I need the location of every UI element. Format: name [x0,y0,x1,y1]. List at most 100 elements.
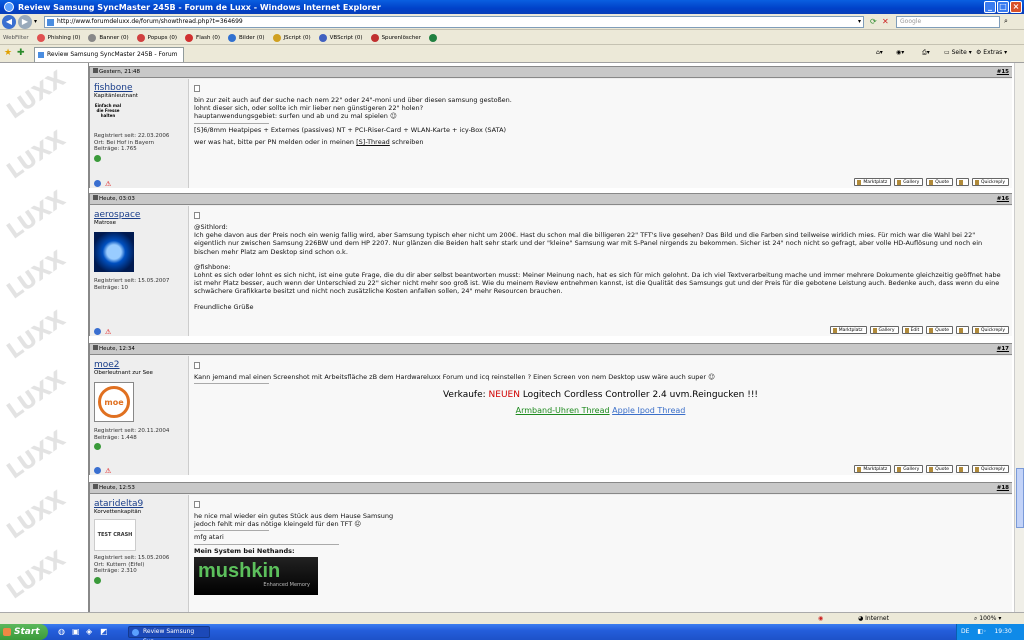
search-input[interactable]: Google [896,16,1000,28]
report-icon[interactable]: ⚠ [105,180,111,188]
banner-button[interactable]: Banner (0) [88,33,129,42]
post-buttons: Marktplatz Gallery Quote Quickreply [851,178,1009,186]
gallery-button[interactable]: Gallery [869,326,899,334]
post-number[interactable]: #18 [997,483,1009,494]
search-icon[interactable]: ⌕ [1004,17,1008,26]
minimize-button[interactable]: _ [984,1,996,13]
status-bar: ◉ ◕ Internet ⌕ 100% ▾ [0,612,1024,624]
post-number[interactable]: #16 [997,194,1009,205]
desktop-quicklaunch-icon[interactable]: ▣ [72,627,80,636]
quickreply-button[interactable]: Quickreply [971,326,1009,334]
post-body: @Sithlord: Ich gehe davon aus der Preis n… [188,206,1012,336]
post-number[interactable]: #15 [997,67,1009,78]
start-button[interactable]: Start [0,624,48,640]
post-text: Kann jemand mal einen Screenshot mit Arb… [194,373,1007,385]
back-icon[interactable]: ◀ [2,15,16,29]
quickreply-button[interactable]: Quickreply [971,178,1009,186]
seite-menu[interactable]: ▭ Seite ▾ [944,49,972,56]
user-rank: Korvettenkapitän [94,509,142,515]
post-body: bin zur zeit auch auf der suche nach nem… [188,79,1012,188]
armband-uhren-link[interactable]: Armband-Uhren Thread [516,406,610,415]
phishing-button[interactable]: Phishing (0) [36,33,80,42]
quote-button[interactable]: Quote [926,178,953,186]
marktplatz-button[interactable]: Marktplatz [854,465,892,473]
close-button[interactable]: × [1010,1,1022,13]
ie-logo-icon [4,2,14,12]
quote-button[interactable]: Quote [926,465,953,473]
clock[interactable]: 19:30 [994,628,1011,635]
language-indicator[interactable]: DE [961,628,969,635]
taskbar: Start ◍ ▣ ◈ ◩ Review Samsung Syn... DE ◧… [0,624,1024,640]
watermark-text: LUXX [2,366,71,425]
post-header: Heute, 12:53 #18 [90,483,1012,494]
app-quicklaunch-icon[interactable]: ◩ [100,627,108,636]
username-link[interactable]: fishbone [94,83,184,93]
mushkin-banner[interactable]: mushkin Enhanced Memory [194,556,318,595]
home-icon[interactable]: ⌂▾ [876,49,883,56]
avatar: Einfach mal die Fresse halten [94,103,122,118]
extras-menu[interactable]: ⚙ Extras ▾ [976,49,1007,56]
phishing-icon [36,33,45,42]
quote-button[interactable]: Quote [926,326,953,334]
report-icon[interactable]: ⚠ [105,328,111,336]
post-count: Beiträge: 10 [94,284,128,291]
refresh-icon[interactable]: ⟳ [870,17,877,26]
extra-tool-button[interactable] [428,33,440,42]
multiquote-button[interactable] [955,326,969,334]
popups-button[interactable]: Popups (0) [136,33,177,42]
post-buttons: Marktplatz Gallery Quote Quickreply [851,465,1009,473]
eraser-icon [370,33,379,42]
post-icon [194,85,200,92]
taskbar-item-browser[interactable]: Review Samsung Syn... [128,626,210,640]
add-favorite-icon[interactable]: ✚ [17,48,25,58]
reputation-icon [94,443,101,450]
scrollbar-thumb[interactable] [1016,468,1024,528]
address-bar[interactable]: http://www.forumdeluxx.de/forum/showthre… [44,16,864,28]
maximize-button[interactable]: □ [997,1,1009,13]
history-dropdown-icon[interactable]: ▾ [34,18,37,25]
vbscript-icon [318,33,327,42]
media-quicklaunch-icon[interactable]: ◈ [86,627,92,636]
feeds-icon[interactable]: ◉▾ [896,49,904,56]
watermark-text: LUXX [2,126,71,185]
forward-icon[interactable]: ▶ [18,15,32,29]
edit-button[interactable]: Edit [901,326,924,334]
vbscript-button[interactable]: VBScript (0) [318,33,363,42]
user-rank: Matrose [94,220,117,226]
gallery-button[interactable]: Gallery [894,178,924,186]
post-number[interactable]: #17 [997,344,1009,355]
tab-current[interactable]: Review Samsung SyncMaster 245B - Forum d… [34,47,184,72]
watermark-text: LUXX [2,486,71,545]
marktplatz-button[interactable]: Marktplatz [829,326,867,334]
flash-button[interactable]: Flash (0) [185,33,220,42]
post-icon [194,501,200,508]
spurenloscher-button[interactable]: Spurenlöscher [370,33,421,42]
ie-quicklaunch-icon[interactable]: ◍ [58,627,65,636]
tray-icons[interactable]: ◧◦ [977,628,986,635]
post-count: Beiträge: 1.765 [94,146,137,152]
bilder-button[interactable]: Bilder (0) [227,33,265,42]
username-link[interactable]: aerospace [94,210,184,220]
stop-icon[interactable]: ✕ [882,17,889,26]
favorites-star-icon[interactable]: ★ [4,48,12,58]
username-link[interactable]: ataridelta9 [94,499,184,509]
gallery-button[interactable]: Gallery [894,465,924,473]
user-info: moe2 Oberleutnant zur See moe Registrier… [90,356,188,475]
zoom-level[interactable]: ⌕ 100% ▾ [974,613,1001,624]
jscript-button[interactable]: JScript (0) [272,33,311,42]
forum-post: Heute, 03:03 #16 aerospace Matrose Regist… [89,193,1012,336]
address-dropdown-icon[interactable]: ▾ [858,17,861,27]
report-icon[interactable]: ⚠ [105,467,111,475]
vertical-scrollbar[interactable] [1014,63,1024,612]
multiquote-button[interactable] [955,178,969,186]
page-icon [47,19,54,26]
quickreply-button[interactable]: Quickreply [971,465,1009,473]
print-icon[interactable]: ⎙▾ [922,49,930,57]
username-link[interactable]: moe2 [94,360,184,370]
system-tray: DE ◧◦ 19:30 [956,624,1024,640]
signature-link[interactable]: [S]-Thread [356,138,390,146]
apple-ipod-link[interactable]: Apple Ipod Thread [612,406,685,415]
watermark-text: LUXX [2,426,71,485]
marktplatz-button[interactable]: Marktplatz [854,178,892,186]
multiquote-button[interactable] [955,465,969,473]
